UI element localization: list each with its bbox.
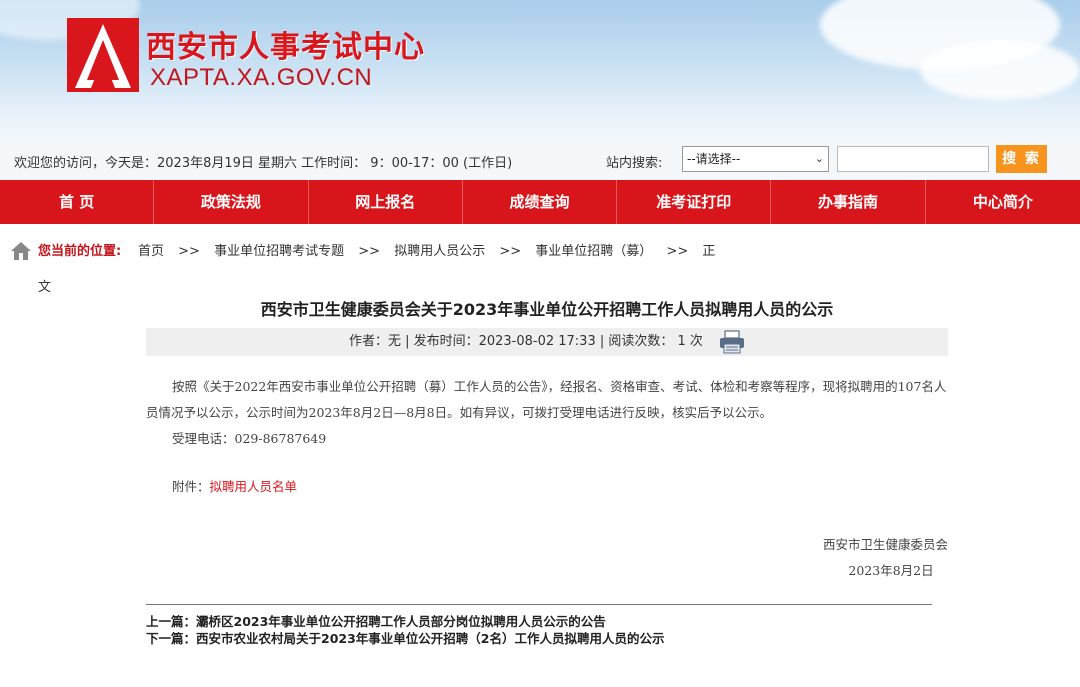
- breadcrumb-home[interactable]: 首页: [138, 244, 164, 259]
- nav-admission-ticket[interactable]: 准考证打印: [617, 180, 772, 224]
- article-meta: 作者：无 | 发布时间：2023-08-02 17:33 | 阅读次数： 1 次: [146, 328, 948, 356]
- article-signature: 西安市卫生健康委员会 2023年8月2日: [800, 532, 948, 584]
- nav-online-signup[interactable]: 网上报名: [309, 180, 463, 224]
- site-title[interactable]: 西安市人事考试中心: [146, 22, 425, 66]
- search-button[interactable]: 搜 索: [996, 145, 1047, 173]
- site-logo[interactable]: [67, 18, 139, 92]
- breadcrumb-current-wrap: 文: [38, 280, 52, 295]
- nav-policy[interactable]: 政策法规: [154, 180, 309, 224]
- info-bar: 欢迎您的访问，今天是：2023年8月19日 星期六 工作时间： 9：00-17：…: [0, 140, 1080, 180]
- breadcrumb-hire-notice[interactable]: 拟聘用人员公示: [394, 244, 485, 259]
- attachment-label: 附件：: [172, 479, 210, 494]
- breadcrumb-current: 正: [702, 244, 716, 259]
- article-title: 西安市卫生健康委员会关于2023年事业单位公开招聘工作人员拟聘用人员的公示: [260, 300, 834, 319]
- breadcrumb-separator: >>: [358, 244, 381, 259]
- site-domain: XAPTA.XA.GOV.CN: [150, 64, 373, 91]
- chevron-down-icon: ⌄: [814, 152, 824, 165]
- search-select-value: --请选择--: [687, 152, 741, 166]
- header-banner: 西安市人事考试中心 XAPTA.XA.GOV.CN: [0, 0, 1080, 140]
- breadcrumb-separator: >>: [499, 244, 522, 259]
- divider: [146, 604, 932, 605]
- signature-org: 西安市卫生健康委员会: [822, 537, 948, 552]
- article-body: 按照《关于2022年西安市事业单位公开招聘（募）工作人员的公告》，经报名、资格审…: [146, 374, 948, 500]
- breadcrumb-separator: >>: [178, 244, 200, 259]
- nav-home[interactable]: 首 页: [0, 180, 155, 224]
- next-article-link[interactable]: 下一篇：西安市农业农村局关于2023年事业单位公开招聘（2名）工作人员拟聘用人员…: [146, 630, 665, 647]
- main-nav: 首 页 政策法规 网上报名 成绩查询 准考证打印 办事指南 中心简介: [0, 180, 1080, 224]
- signature-date: 2023年8月2日: [848, 563, 934, 578]
- breadcrumb-separator: >>: [666, 244, 689, 259]
- prev-next-links: 上一篇：灞桥区2023年事业单位公开招聘工作人员部分岗位拟聘用人员公示的公告 下…: [146, 613, 665, 647]
- breadcrumb-label: 您当前的位置:: [38, 244, 122, 259]
- article-attachment: 附件：拟聘用人员名单: [146, 474, 948, 500]
- nav-score-query[interactable]: 成绩查询: [463, 180, 618, 224]
- search-input[interactable]: [837, 146, 989, 172]
- breadcrumb-exam-topic[interactable]: 事业单位招聘考试专题: [214, 244, 344, 259]
- nav-guide[interactable]: 办事指南: [771, 180, 926, 224]
- printer-icon[interactable]: [719, 329, 745, 354]
- welcome-text: 欢迎您的访问，今天是：2023年8月19日 星期六 工作时间： 9：00-17：…: [14, 156, 513, 171]
- search-category-select[interactable]: --请选择-- ⌄: [682, 146, 829, 172]
- article-phone: 受理电话：029-86787649: [172, 431, 327, 446]
- article-paragraph: 按照《关于2022年西安市事业单位公开招聘（募）工作人员的公告》，经报名、资格审…: [146, 379, 947, 420]
- prev-article-link[interactable]: 上一篇：灞桥区2023年事业单位公开招聘工作人员部分岗位拟聘用人员公示的公告: [146, 613, 665, 630]
- article-meta-text: 作者：无 | 发布时间：2023-08-02 17:33 | 阅读次数： 1 次: [348, 334, 703, 349]
- home-icon: [11, 242, 31, 260]
- nav-about[interactable]: 中心简介: [926, 180, 1080, 224]
- breadcrumb-recruit[interactable]: 事业单位招聘（募）: [535, 244, 652, 259]
- attachment-link[interactable]: 拟聘用人员名单: [210, 479, 298, 494]
- search-label: 站内搜索:: [606, 156, 663, 171]
